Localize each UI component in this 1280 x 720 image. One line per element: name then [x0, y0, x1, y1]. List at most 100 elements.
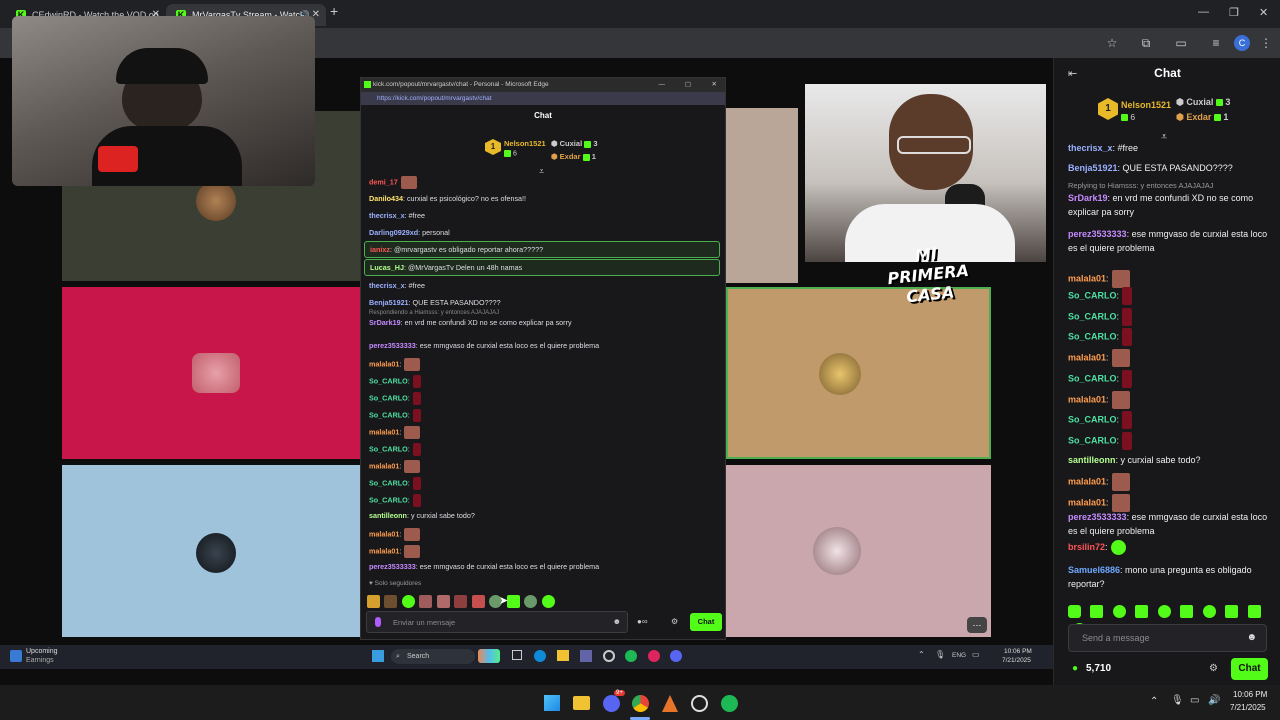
expand-leaders-icon[interactable]: ⩡ — [539, 166, 544, 177]
chat-message[interactable]: So_CARLO: — [1068, 411, 1268, 429]
windows-start-icon[interactable] — [372, 650, 384, 662]
chat-username[interactable]: malala01 — [369, 546, 399, 555]
app-icon[interactable] — [662, 695, 678, 712]
chat-username[interactable]: santilleonn — [1068, 455, 1116, 465]
chevron-up-icon[interactable]: ⌃ — [918, 650, 925, 659]
emote-icon[interactable] — [401, 595, 415, 609]
chat-message[interactable]: So_CARLO: — [1068, 370, 1268, 388]
chat-username[interactable]: So_CARLO — [369, 478, 408, 487]
emote-icon[interactable] — [541, 595, 555, 609]
emote-icon[interactable] — [1068, 605, 1081, 619]
leader-name[interactable]: Nelson1521 — [504, 139, 546, 148]
emote-icon[interactable] — [1225, 605, 1239, 619]
chat-message[interactable]: perez3533333: ese mmgvaso de curxial est… — [369, 341, 599, 350]
chat-message[interactable]: malala01: — [369, 426, 421, 439]
spotify-icon[interactable] — [721, 695, 738, 712]
chat-username[interactable]: thecrisx_x — [369, 281, 405, 290]
chat-username[interactable]: malala01 — [1068, 497, 1106, 507]
minimize-button[interactable]: — — [1198, 6, 1209, 18]
chat-username[interactable]: SrDark19 — [369, 318, 401, 327]
discord-icon[interactable] — [603, 695, 620, 712]
sidebar-message-input[interactable]: Send a message ☻ — [1068, 624, 1267, 652]
gear-icon[interactable]: ⚙ — [1209, 663, 1218, 674]
app-icon[interactable] — [691, 695, 708, 712]
taskbar-search[interactable]: ⌕ Search — [391, 649, 475, 664]
chat-message[interactable]: So_CARLO: — [369, 443, 421, 456]
chat-message[interactable]: malala01: — [369, 545, 421, 558]
emote-icon[interactable] — [1090, 605, 1104, 619]
mic-icon[interactable]: 🎙 — [1171, 695, 1184, 706]
points-icon[interactable]: ●∞ — [637, 617, 648, 626]
chat-message[interactable]: So_CARLO: — [1068, 432, 1268, 450]
chat-message[interactable]: thecrisx_x: #free — [369, 281, 425, 290]
volume-icon[interactable]: 🔊 — [1208, 695, 1220, 706]
star-icon[interactable]: ☆ — [1104, 35, 1120, 51]
sidebar-chat-button[interactable]: Chat — [1231, 658, 1268, 680]
chat-message[interactable]: santilleonn: y curxial sabe todo? — [1068, 453, 1268, 467]
chat-username[interactable]: malala01 — [1068, 394, 1106, 404]
chat-username[interactable]: demi_17 — [369, 177, 398, 186]
network-icon[interactable]: ▭ — [1190, 695, 1199, 706]
chat-message[interactable]: malala01: — [1068, 391, 1268, 409]
close-window-button[interactable]: ✕ — [712, 78, 717, 92]
emoji-icon[interactable]: ☻ — [1246, 632, 1257, 643]
chat-username[interactable]: malala01 — [369, 359, 399, 368]
chat-message[interactable]: perez3533333: ese mmgvaso de curxial est… — [1068, 510, 1268, 538]
chat-message[interactable]: So_CARLO: — [369, 392, 421, 405]
chat-message[interactable]: Benja51921: QUE ESTA PASANDO???? — [1068, 161, 1268, 175]
emote-icon[interactable] — [1180, 605, 1194, 619]
app-icon[interactable] — [603, 650, 615, 662]
emote-icon[interactable] — [384, 595, 398, 609]
chat-username[interactable]: So_CARLO — [1068, 311, 1117, 321]
chat-message[interactable]: Replying to Hiamsss: y entonces AJAJAJAJ… — [1068, 180, 1268, 219]
mic-icon[interactable]: 🎙 — [935, 650, 945, 659]
chat-username[interactable]: Benja51921 — [369, 298, 409, 307]
chat-message[interactable]: malala01: — [369, 528, 421, 541]
chat-username[interactable]: malala01 — [369, 461, 399, 470]
chat-message[interactable]: malala01: — [1068, 349, 1268, 367]
clock-time[interactable]: 10:06 PM — [1004, 648, 1032, 655]
app-icon[interactable] — [648, 650, 660, 662]
chat-message[interactable]: Benja51921: QUE ESTA PASANDO???? — [369, 298, 501, 307]
chat-message[interactable]: Darling0929xd: personal — [369, 228, 450, 237]
chat-username[interactable]: Danilo434 — [369, 194, 403, 203]
chat-username[interactable]: malala01 — [1068, 352, 1106, 362]
emote-icon[interactable] — [419, 595, 433, 609]
chat-username[interactable]: brsilin72 — [1068, 542, 1105, 552]
emote-icon[interactable] — [471, 595, 485, 609]
chevron-up-icon[interactable]: ⌃ — [1150, 696, 1158, 707]
chat-message[interactable]: Lucas_HJ: @MrVargasTv Delen un 48h namas — [364, 259, 720, 276]
chat-message[interactable]: Danilo434: curxial es psicológico? no es… — [369, 194, 526, 203]
task-view-icon[interactable] — [512, 650, 522, 660]
more-options-button[interactable]: ⋯ — [967, 617, 987, 633]
profile-avatar[interactable]: C — [1234, 35, 1250, 51]
chat-username[interactable]: Darling0929xd — [369, 228, 418, 237]
gear-icon[interactable]: ⚙ — [671, 617, 678, 626]
emote-icon[interactable] — [367, 595, 380, 609]
emote-icon[interactable] — [524, 595, 538, 609]
chat-message[interactable]: malala01: — [369, 358, 421, 371]
windows-start-icon[interactable] — [544, 695, 560, 711]
close-window-button[interactable]: ✕ — [1259, 6, 1268, 19]
popout-message-input[interactable]: Enviar un mensaje ☻ — [366, 611, 628, 633]
chat-message[interactable]: perez3533333: ese mmgvaso de curxial est… — [369, 562, 599, 571]
media-icon[interactable]: ≡ — [1208, 35, 1224, 51]
chat-username[interactable]: perez3533333 — [369, 341, 416, 350]
chat-message[interactable]: malala01: — [1068, 270, 1268, 288]
spotify-icon[interactable] — [625, 650, 637, 662]
chat-message[interactable]: malala01: — [369, 460, 421, 473]
leader-name[interactable]: Cuxial — [1186, 97, 1213, 107]
edge-icon[interactable] — [534, 650, 546, 662]
clock-date[interactable]: 7/21/2025 — [1002, 657, 1031, 664]
extensions-icon[interactable]: ⧉ — [1138, 35, 1154, 51]
emote-icon[interactable] — [436, 595, 450, 609]
chat-message[interactable]: So_CARLO: — [1068, 308, 1268, 326]
chat-message[interactable]: So_CARLO: — [369, 375, 421, 388]
chat-username[interactable]: So_CARLO — [1068, 435, 1117, 445]
chat-username[interactable]: ianixz — [370, 245, 390, 254]
chat-message[interactable]: malala01: — [1068, 473, 1268, 491]
minimize-button[interactable]: — — [659, 78, 666, 92]
language-indicator[interactable]: ENG — [952, 652, 966, 659]
chat-username[interactable]: So_CARLO — [1068, 331, 1117, 341]
chat-username[interactable]: perez3533333 — [1068, 229, 1127, 239]
